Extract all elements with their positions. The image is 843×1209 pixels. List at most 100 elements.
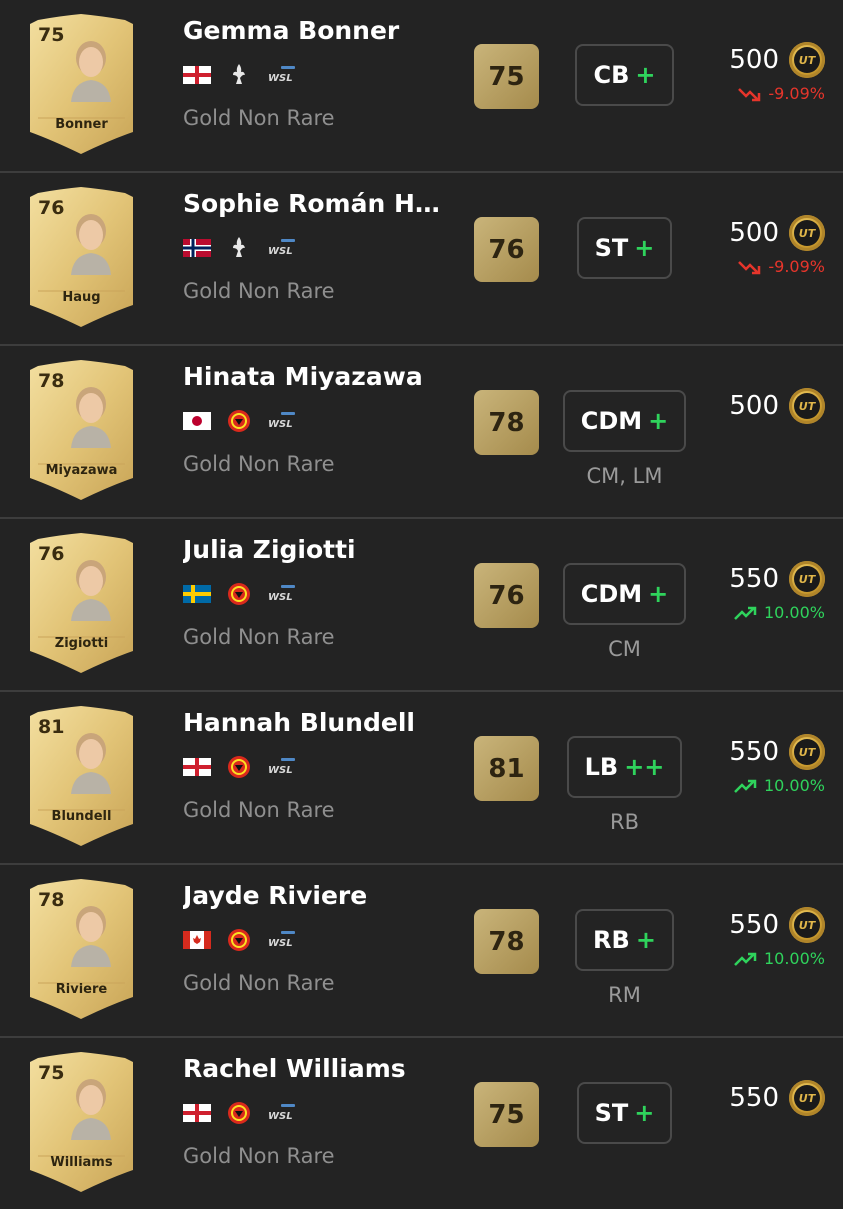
position-button[interactable]: ST + (576, 217, 673, 279)
league-logo-icon: WSL (267, 931, 299, 949)
price-change: -9.09% (675, 84, 825, 103)
player-portrait (71, 214, 111, 275)
position-label: CDM (580, 580, 643, 608)
position-label: ST (594, 1099, 629, 1127)
player-name[interactable]: Hinata Miyazawa (183, 360, 445, 394)
player-card[interactable]: 75 Williams (30, 1052, 133, 1192)
coin-icon: UT (789, 1080, 825, 1116)
club-crest-icon (227, 408, 251, 434)
league-logo-icon: WSL (267, 66, 299, 84)
player-row[interactable]: 75 Williams Rachel Williams WSL Gold Non… (0, 1038, 843, 1209)
position-button[interactable]: RB + (575, 909, 674, 971)
player-row[interactable]: 76 Haug Sophie Román H… WSL Gold Non Rar… (0, 173, 843, 346)
position-button[interactable]: CDM + (562, 390, 687, 452)
player-card[interactable]: 76 Haug (30, 187, 133, 327)
league-logo-icon: WSL (267, 239, 299, 257)
league-label: WSL (268, 246, 293, 257)
player-info: Hannah Blundell WSL Gold Non Rare (183, 706, 453, 822)
position-button[interactable]: ST + (576, 1082, 673, 1144)
card-rating: 75 (38, 1062, 65, 1084)
player-info: Sophie Román H… WSL Gold Non Rare (183, 187, 453, 303)
coin-icon: UT (789, 907, 825, 943)
player-card[interactable]: 75 Bonner (30, 14, 133, 154)
alternate-positions: RB (610, 810, 639, 834)
coin-icon: UT (789, 388, 825, 424)
club-crest-icon (227, 235, 251, 261)
player-name[interactable]: Hannah Blundell (183, 706, 445, 740)
league-label: WSL (268, 419, 293, 430)
player-row[interactable]: 75 Bonner Gemma Bonner WSL Gold Non Rare… (0, 0, 843, 173)
player-name[interactable]: Sophie Román H… (183, 187, 445, 221)
coin-label: UT (794, 47, 820, 73)
card-name: Riviere (55, 982, 108, 997)
overall-rating: 75 (474, 1082, 539, 1147)
nation-flag-icon (183, 66, 211, 84)
coin-icon: UT (789, 215, 825, 251)
league-label: WSL (268, 592, 293, 603)
player-card[interactable]: 78 Miyazawa (30, 360, 133, 500)
price-value: 550 (729, 910, 779, 940)
player-card[interactable]: 78 Riviere (30, 879, 133, 1019)
player-badges: WSL (183, 233, 453, 263)
rarity-label: Gold Non Rare (183, 279, 335, 303)
price-change-value: -9.09% (768, 84, 825, 103)
player-name[interactable]: Rachel Williams (183, 1052, 445, 1086)
coin-label: UT (794, 220, 820, 246)
position-button[interactable]: CDM + (562, 563, 687, 625)
position-button[interactable]: LB ++ (566, 736, 683, 798)
overall-rating: 81 (474, 736, 539, 801)
player-portrait (71, 387, 111, 448)
overall-rating: 76 (474, 217, 539, 282)
card-rating: 81 (38, 716, 65, 738)
nation-flag-icon (183, 1104, 211, 1122)
club-crest-icon (227, 1100, 251, 1126)
price-block: 500 UT -9.09% (675, 40, 825, 103)
rarity-label: Gold Non Rare (183, 971, 335, 995)
player-portrait (71, 1079, 111, 1140)
rarity-label: Gold Non Rare (183, 106, 335, 130)
price-change: -9.09% (675, 257, 825, 276)
card-rating: 76 (38, 543, 65, 565)
card-name: Miyazawa (45, 463, 118, 478)
trend-arrow-icon (734, 606, 757, 620)
position-plus: + (635, 61, 656, 89)
player-name[interactable]: Gemma Bonner (183, 14, 445, 48)
position-button[interactable]: CB + (575, 44, 674, 106)
player-row[interactable]: 78 Miyazawa Hinata Miyazawa WSL Gold Non… (0, 346, 843, 519)
rarity-label: Gold Non Rare (183, 452, 335, 476)
position-plus: + (634, 234, 655, 262)
club-crest-icon (227, 754, 251, 780)
position-label: RB (593, 926, 630, 954)
player-card[interactable]: 76 Zigiotti (30, 533, 133, 673)
price-value: 500 (729, 391, 779, 421)
league-logo-icon: WSL (267, 1104, 299, 1122)
player-name[interactable]: Jayde Riviere (183, 879, 445, 913)
position-plus: + (648, 580, 669, 608)
player-badges: WSL (183, 925, 453, 955)
player-row[interactable]: 76 Zigiotti Julia Zigiotti WSL Gold Non … (0, 519, 843, 692)
player-portrait (71, 733, 111, 794)
player-name[interactable]: Julia Zigiotti (183, 533, 445, 567)
club-crest-icon (227, 927, 251, 953)
player-card[interactable]: 81 Blundell (30, 706, 133, 846)
player-info: Rachel Williams WSL Gold Non Rare (183, 1052, 453, 1168)
trend-arrow-icon (738, 87, 761, 101)
price-value: 550 (729, 737, 779, 767)
price-change-value: 10.00% (763, 776, 825, 795)
rarity-label: Gold Non Rare (183, 1144, 335, 1168)
position-label: CB (593, 61, 630, 89)
league-logo-icon: WSL (267, 585, 299, 603)
card-rating: 76 (38, 197, 65, 219)
player-row[interactable]: 78 Riviere Jayde Riviere WSL Gold Non Ra… (0, 865, 843, 1038)
alternate-positions: CM (608, 637, 641, 661)
player-row[interactable]: 81 Blundell Hannah Blundell WSL Gold Non… (0, 692, 843, 865)
card-name: Zigiotti (54, 636, 109, 651)
card-name: Haug (62, 290, 101, 305)
alternate-positions: RM (608, 983, 641, 1007)
player-badges: WSL (183, 579, 453, 609)
card-name: Williams (50, 1155, 113, 1170)
rarity-label: Gold Non Rare (183, 625, 335, 649)
league-logo-icon: WSL (267, 412, 299, 430)
league-label: WSL (268, 1111, 293, 1122)
card-name: Blundell (51, 809, 112, 824)
